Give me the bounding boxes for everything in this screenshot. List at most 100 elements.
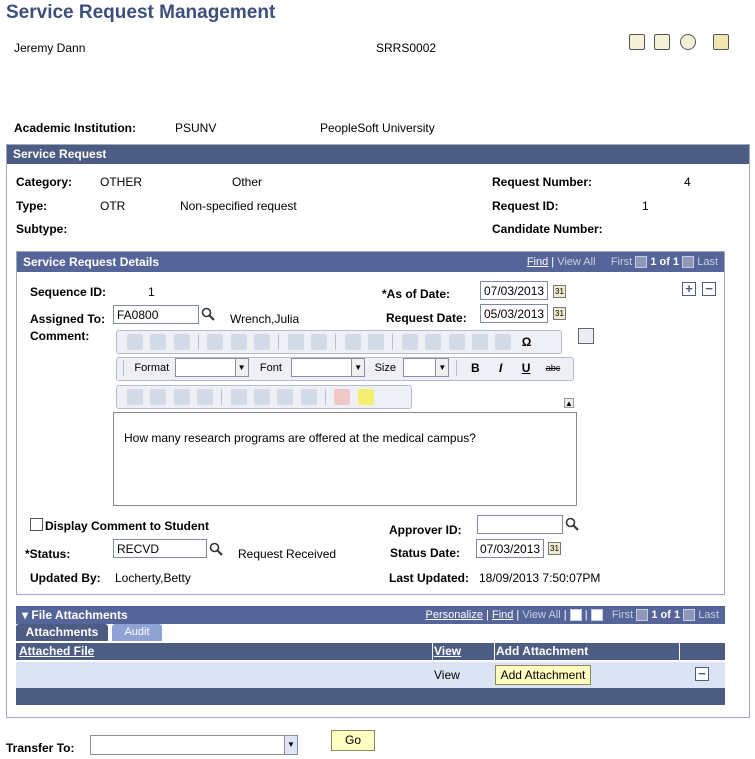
editor-toolbar-1: Ω [116,330,562,354]
find-link[interactable]: Find [527,256,548,268]
justify-icon[interactable] [197,389,214,405]
col-attached-file[interactable]: Attached File [19,643,94,660]
next-arrow-icon[interactable] [683,609,696,622]
assigned-to-input[interactable] [113,305,199,324]
status-label: *Status: [25,547,71,561]
calendar-icon[interactable]: 31 [548,542,561,555]
image-icon[interactable] [448,334,465,350]
size-select[interactable]: ▼ [403,358,450,377]
outdent-icon[interactable] [277,389,294,405]
table-row: View [16,662,725,688]
print-icon[interactable] [173,334,190,350]
delete-row-button[interactable]: − [702,282,716,296]
replace-icon[interactable] [368,334,385,350]
help-icon[interactable] [679,34,696,50]
horizontal-rule-icon[interactable] [401,334,418,350]
spellcheck-icon[interactable] [578,328,594,344]
delete-attachment-button[interactable]: − [695,667,709,681]
special-char-icon[interactable]: Ω [519,334,535,350]
add-attachment-button[interactable]: Add Attachment [495,665,591,685]
attachments-header[interactable]: ▾ File Attachments Personalize | Find | … [16,606,725,624]
as-of-date-input[interactable] [480,281,548,300]
italic-icon[interactable]: I [499,361,502,375]
align-right-icon[interactable] [173,389,190,405]
go-button[interactable]: Go [331,730,375,751]
find-link[interactable]: Find [492,609,513,621]
zoom-icon[interactable] [569,609,582,622]
attachments-grid-header: Attached File View Add Attachment [16,643,725,660]
bold-icon[interactable]: B [471,361,480,375]
previous-arrow-icon[interactable] [636,609,649,622]
download-icon[interactable] [590,609,603,622]
transfer-select[interactable]: ▼ [90,735,298,755]
lookup-icon[interactable] [565,517,579,531]
institution-name: PeopleSoft University [320,121,435,135]
editor-toolbar-3 [116,385,412,409]
align-left-icon[interactable] [127,389,143,405]
find-icon[interactable] [344,334,361,350]
updated-by: Locherty,Betty [115,571,191,585]
first-link[interactable]: First [612,609,633,621]
last-link[interactable]: Last [697,256,718,268]
background-color-icon[interactable] [357,389,374,405]
font-select[interactable]: ▼ [291,358,366,377]
transfer-label: Transfer To: [6,741,75,755]
cut-icon[interactable] [207,334,224,350]
worklist-icon[interactable] [654,34,671,50]
unlink-icon[interactable] [495,334,512,350]
previous-arrow-icon[interactable] [635,256,648,269]
service-request-header: Service Request [7,145,749,164]
paste-icon[interactable] [254,334,271,350]
first-link[interactable]: First [611,256,632,268]
comment-editor[interactable]: How many research programs are offered a… [113,412,577,506]
link-icon[interactable] [471,334,488,350]
approver-id-input[interactable] [477,515,563,534]
bullet-list-icon[interactable] [254,389,271,405]
align-center-icon[interactable] [150,389,167,405]
sequence-label: Sequence ID: [30,285,107,299]
redo-icon[interactable] [311,334,328,350]
calendar-icon[interactable]: 31 [553,307,566,320]
preview-icon[interactable] [150,334,167,350]
details-title: Service Request Details [23,255,160,269]
numbered-list-icon[interactable] [230,389,247,405]
calendar-icon[interactable]: 31 [553,285,566,298]
collapse-toolbar-icon[interactable]: ▲ [564,398,574,408]
add-row-button[interactable]: + [682,282,696,296]
view-all-link[interactable]: View All [522,609,560,621]
indent-icon[interactable] [300,389,317,405]
format-select[interactable]: ▼ [174,358,249,377]
notify-icon[interactable] [628,34,645,50]
display-comment-checkbox[interactable] [30,518,43,531]
copy-icon[interactable] [230,334,247,350]
personalize-page-icon[interactable] [713,34,729,50]
request-date-input[interactable] [480,304,548,323]
undo-icon[interactable] [287,334,304,350]
category-desc: Other [232,175,263,189]
table-icon[interactable] [425,334,442,350]
next-arrow-icon[interactable] [682,256,695,269]
request-date-label: Request Date: [386,311,467,325]
col-add-attachment: Add Attachment [496,644,589,658]
lookup-icon[interactable] [201,307,215,321]
underline-icon[interactable]: U [522,361,531,375]
display-comment-label: Display Comment to Student [45,519,210,533]
status-date-input[interactable] [476,539,544,558]
institution-code: PSUNV [175,121,217,135]
view-all-link[interactable]: View All [557,256,595,268]
status-input[interactable] [113,539,207,558]
person-id: SRRS0002 [376,41,437,55]
attachments-nav: Personalize | Find | View All | | First … [425,609,719,622]
as-of-date-label: *As of Date: [382,287,451,301]
text-color-icon[interactable] [334,389,351,405]
collapse-arrow-icon[interactable]: ▾ [22,608,28,622]
last-link[interactable]: Last [698,609,719,621]
lookup-icon[interactable] [209,542,223,556]
personalize-link[interactable]: Personalize [426,609,483,621]
editor-toolbar-2: Format ▼ Font ▼ Size ▼ B I U abc [116,357,574,381]
source-icon[interactable] [127,334,143,350]
col-view[interactable]: View [434,643,461,660]
tab-audit[interactable]: Audit [112,624,162,641]
strikethrough-icon[interactable]: abc [546,363,561,373]
tab-attachments[interactable]: Attachments [16,624,108,641]
